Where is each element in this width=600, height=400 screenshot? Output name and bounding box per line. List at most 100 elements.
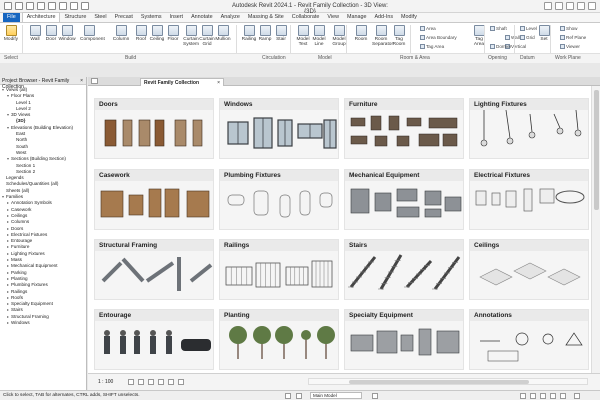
tool-component[interactable]: Component <box>80 25 105 42</box>
category-card-casework[interactable]: Casework <box>94 169 214 230</box>
undo-icon[interactable] <box>26 2 34 10</box>
tool-room-separator[interactable]: Room Separator <box>372 25 393 47</box>
minimize-icon[interactable] <box>566 2 574 10</box>
category-card-specialty-equipment[interactable]: Specialty Equipment <box>344 309 464 370</box>
visual-style-icon[interactable] <box>138 379 144 385</box>
small-tool-show[interactable]: Show <box>560 26 578 32</box>
measure-icon[interactable] <box>59 2 67 10</box>
tab-annotate[interactable]: Annotate <box>187 13 217 22</box>
panel-label-room-area[interactable]: Room & Area <box>400 55 430 61</box>
save-icon[interactable] <box>15 2 23 10</box>
view-tab[interactable]: Revit Family Collection × <box>140 78 224 86</box>
category-card-mechanical-equipment[interactable]: Mechanical Equipment <box>344 169 464 230</box>
hide-isolate-icon[interactable] <box>178 379 184 385</box>
category-card-windows[interactable]: Windows <box>219 98 339 159</box>
panel-label-circulation[interactable]: Circulation <box>262 55 286 61</box>
worksets-icon[interactable] <box>285 393 291 399</box>
select-by-face-icon[interactable] <box>550 393 556 399</box>
editable-only-icon[interactable] <box>372 393 378 399</box>
category-card-doors[interactable]: Doors <box>94 98 214 159</box>
tab-structure[interactable]: Structure <box>60 13 90 22</box>
tool-model-line[interactable]: Model Line <box>310 25 328 47</box>
maximize-icon[interactable] <box>577 2 585 10</box>
tab-view[interactable]: View <box>323 13 343 22</box>
scroll-thumb[interactable] <box>349 380 529 384</box>
vertical-scrollbar[interactable] <box>591 86 600 373</box>
category-card-ceilings[interactable]: Ceilings <box>469 239 589 300</box>
category-card-entourage[interactable]: Entourage <box>94 309 214 370</box>
tool-floor[interactable]: Floor <box>164 25 182 42</box>
tool-mullion[interactable]: Mullion <box>214 25 232 42</box>
small-tool-level[interactable]: Level <box>520 26 537 32</box>
horizontal-scrollbar[interactable] <box>308 378 588 385</box>
tab-massing-site[interactable]: Massing & Site <box>244 13 288 22</box>
tab-modify[interactable]: Modify <box>397 13 421 22</box>
panel-label-datum[interactable]: Datum <box>520 55 535 61</box>
tab-manage[interactable]: Manage <box>343 13 370 22</box>
drag-elements-icon[interactable] <box>560 393 566 399</box>
tool-stair[interactable]: Stair <box>272 25 290 42</box>
tool-room[interactable]: Room <box>352 25 370 42</box>
small-tool-dormer[interactable]: Dormer <box>490 44 511 50</box>
panel-label-build[interactable]: Build <box>125 55 136 61</box>
open-icon[interactable] <box>4 2 12 10</box>
small-tool-grid[interactable]: Grid <box>520 35 535 41</box>
tab-collaborate[interactable]: Collaborate <box>288 13 324 22</box>
small-tool-viewer[interactable]: Viewer <box>560 44 580 50</box>
small-tool-wall[interactable]: Wall <box>505 35 520 41</box>
close-icon[interactable]: × <box>80 78 83 84</box>
small-tool-shaft[interactable]: Shaft <box>490 26 507 32</box>
sun-path-icon[interactable] <box>148 379 154 385</box>
small-tool-area[interactable]: Area <box>420 26 436 32</box>
category-card-plumbing-fixtures[interactable]: Plumbing Fixtures <box>219 169 339 230</box>
tab-steel[interactable]: Steel <box>90 13 110 22</box>
panel-label-work-plane[interactable]: Work Plane <box>555 55 581 61</box>
small-tool-area-boundary[interactable]: Area Boundary <box>420 35 457 41</box>
category-card-annotations[interactable]: Annotations <box>469 309 589 370</box>
tab-architecture[interactable]: Architecture <box>21 12 61 22</box>
user-icon[interactable] <box>544 2 552 10</box>
model-selector[interactable]: Main Model <box>310 392 362 399</box>
small-tool-tag-area[interactable]: Tag Area <box>420 44 444 50</box>
3d-view-icon[interactable] <box>81 2 89 10</box>
redo-icon[interactable] <box>37 2 45 10</box>
tool-modify[interactable]: Modify <box>2 25 20 42</box>
tree-node[interactable]: ▸ Windows <box>2 320 86 326</box>
view-scale[interactable]: 1 : 100 <box>98 379 113 385</box>
panel-label-select[interactable]: Select <box>4 55 18 61</box>
select-underlay-icon[interactable] <box>530 393 536 399</box>
panel-label-model[interactable]: Model <box>318 55 332 61</box>
category-card-electrical-fixtures[interactable]: Electrical Fixtures <box>469 169 589 230</box>
tool-column[interactable]: Column <box>112 25 130 42</box>
panel-label-opening[interactable]: Opening <box>488 55 507 61</box>
tool-tag-area[interactable]: Tag Area <box>470 25 488 47</box>
drawing-canvas[interactable]: Doors Windows Furniture Lighting Fixtures Ca… <box>88 86 591 373</box>
tab-menu-icon[interactable] <box>91 78 98 84</box>
tab-file[interactable]: File <box>3 13 20 22</box>
select-pinned-icon[interactable] <box>540 393 546 399</box>
category-card-furniture[interactable]: Furniture <box>344 98 464 159</box>
tool-tag-room[interactable]: Tag Room <box>390 25 408 47</box>
close-icon[interactable] <box>588 2 596 10</box>
tab-insert[interactable]: Insert <box>166 13 187 22</box>
filter-icon[interactable] <box>574 393 580 399</box>
tool-window[interactable]: Window <box>58 25 76 42</box>
scroll-thumb[interactable] <box>594 90 599 210</box>
category-card-stairs[interactable]: Stairs <box>344 239 464 300</box>
detail-level-icon[interactable] <box>128 379 134 385</box>
tab-systems[interactable]: Systems <box>137 13 166 22</box>
category-card-railings[interactable]: Railings <box>219 239 339 300</box>
crop-view-icon[interactable] <box>168 379 174 385</box>
help-icon[interactable] <box>555 2 563 10</box>
select-links-icon[interactable] <box>520 393 526 399</box>
tab-add-ins[interactable]: Add-Ins <box>370 13 397 22</box>
tab-analyze[interactable]: Analyze <box>217 13 244 22</box>
print-icon[interactable] <box>48 2 56 10</box>
shadows-icon[interactable] <box>158 379 164 385</box>
design-options-icon[interactable] <box>296 393 302 399</box>
text-icon[interactable] <box>70 2 78 10</box>
category-card-lighting-fixtures[interactable]: Lighting Fixtures <box>469 98 589 159</box>
tab-precast[interactable]: Precast <box>111 13 137 22</box>
category-card-structural-framing[interactable]: Structural Framing <box>94 239 214 300</box>
small-tool-ref-plane[interactable]: Ref Plane <box>560 35 586 41</box>
